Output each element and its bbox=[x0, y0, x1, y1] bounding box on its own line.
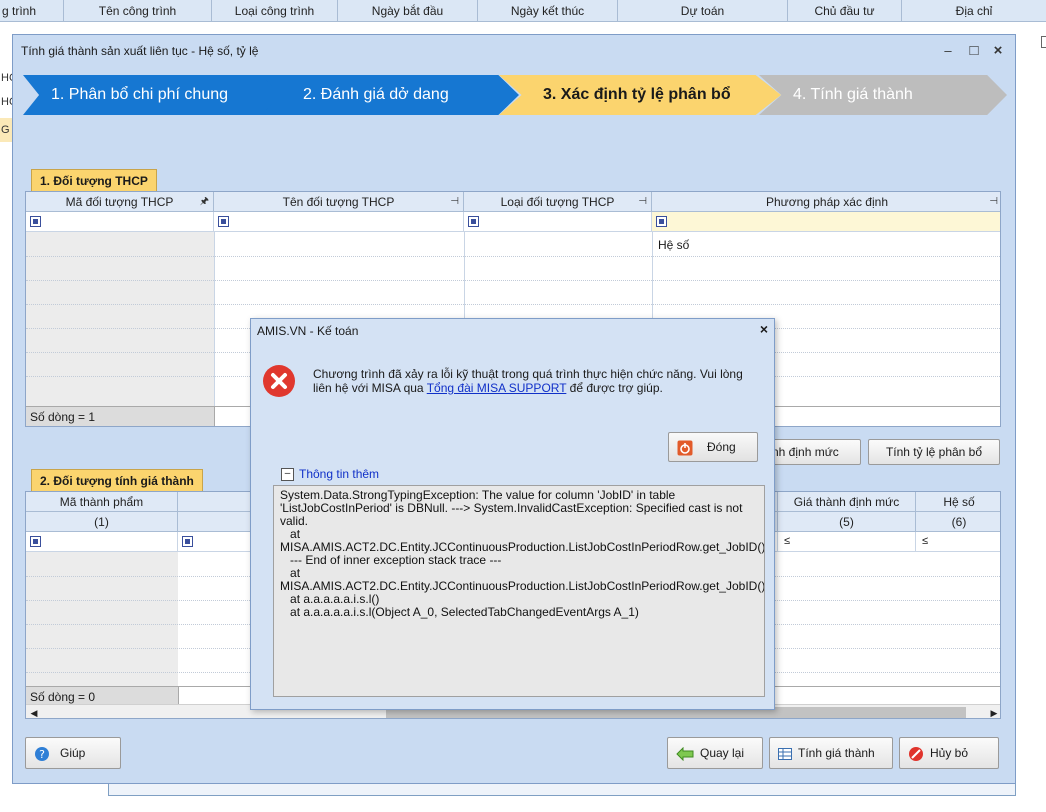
error-icon bbox=[263, 365, 295, 397]
bg-col-code[interactable]: g trình bbox=[0, 0, 64, 22]
tab-cost-objects[interactable]: 1. Đối tượng THCP bbox=[31, 169, 157, 191]
dialog-title: AMIS.VN - Kế toán bbox=[257, 324, 359, 338]
bg-col-start[interactable]: Ngày bắt đầu bbox=[338, 0, 478, 22]
row-divider bbox=[26, 280, 1000, 281]
col-method[interactable]: Phương pháp xác định ⊣ bbox=[652, 192, 1000, 212]
background-grid-header: g trình Tên công trình Loại công trình N… bbox=[0, 0, 1046, 22]
bg-col-name[interactable]: Tên công trình bbox=[64, 0, 212, 22]
pin-icon[interactable]: ⊣ bbox=[638, 192, 647, 212]
filter-norm-cost[interactable]: ≤ bbox=[778, 532, 916, 552]
grid-empty-area bbox=[26, 232, 214, 408]
collapse-details-toggle[interactable]: – bbox=[281, 468, 294, 481]
scroll-right-icon[interactable]: ▶ bbox=[986, 705, 1000, 718]
power-icon bbox=[677, 440, 693, 456]
filter-icon bbox=[30, 536, 41, 547]
step-compute-cost[interactable]: 4. Tính giá thành bbox=[759, 75, 1007, 115]
bg-col-investor[interactable]: Chủ đầu tư bbox=[788, 0, 902, 22]
bg-col-type[interactable]: Loại công trình bbox=[212, 0, 338, 22]
calc-cost-label: Tính giá thành bbox=[798, 746, 875, 760]
scroll-left-icon[interactable]: ◀ bbox=[26, 705, 42, 718]
col-number: (5) bbox=[778, 512, 916, 532]
col-number: (1) bbox=[26, 512, 178, 532]
step-allocation-ratio[interactable]: 3. Xác định tỷ lệ phân bổ bbox=[499, 75, 781, 115]
help-button[interactable]: ? Giúp bbox=[25, 737, 121, 769]
row-count: Số dòng = 1 bbox=[26, 406, 214, 426]
filter-icon bbox=[182, 536, 193, 547]
tab-costing-objects[interactable]: 2. Đối tượng tính giá thành bbox=[31, 469, 203, 491]
filter-product-code[interactable] bbox=[26, 532, 178, 552]
pin-icon[interactable]: ⊣ bbox=[450, 192, 459, 212]
step-allocate-overhead[interactable]: 1. Phân bổ chi phí chung bbox=[23, 75, 291, 115]
filter-icon bbox=[468, 216, 479, 227]
svg-text:?: ? bbox=[39, 748, 45, 761]
maximize-button[interactable]: □ bbox=[963, 41, 985, 61]
filter-coefficient[interactable]: ≤ bbox=[916, 532, 1000, 552]
col-coefficient[interactable]: Hệ số bbox=[916, 492, 1000, 512]
message-text-end: để được trợ giúp. bbox=[566, 381, 663, 395]
more-info-label[interactable]: Thông tin thêm bbox=[299, 467, 379, 481]
cancel-button[interactable]: Hủy bỏ bbox=[899, 737, 999, 769]
calc-norm-cost-button[interactable]: nh định mức bbox=[761, 439, 861, 465]
row-divider bbox=[26, 304, 1000, 305]
help-icon: ? bbox=[35, 746, 49, 761]
row-divider bbox=[26, 256, 1000, 257]
filter-icon bbox=[218, 216, 229, 227]
bg-col-budget[interactable]: Dự toán bbox=[618, 0, 788, 22]
stack-trace[interactable]: System.Data.StrongTypingException: The v… bbox=[273, 485, 765, 697]
calc-cost-button[interactable]: Tính giá thành bbox=[769, 737, 893, 769]
filter-cost-object-type[interactable] bbox=[464, 212, 652, 232]
row-count: Số dòng = 0 bbox=[26, 686, 178, 706]
col-norm-cost[interactable]: Giá thành định mức bbox=[778, 492, 916, 512]
filter-icon bbox=[656, 216, 667, 227]
col-cost-object-name[interactable]: Tên đối tượng THCP ⊣ bbox=[214, 192, 464, 212]
dialog-close-icon[interactable]: × bbox=[760, 321, 768, 337]
back-button[interactable]: Quay lại bbox=[667, 737, 763, 769]
less-equal-icon: ≤ bbox=[922, 535, 929, 547]
table-icon bbox=[778, 747, 792, 760]
step-evaluate-wip[interactable]: 2. Đánh giá dở dang bbox=[261, 75, 519, 115]
col-label: Phương pháp xác định bbox=[766, 195, 888, 209]
support-link[interactable]: Tổng đài MISA SUPPORT bbox=[427, 381, 567, 395]
cancel-label: Hủy bỏ bbox=[930, 746, 969, 760]
window-title: Tính giá thành sản xuất liên tục - Hệ số… bbox=[21, 44, 259, 58]
wizard-steps: 1. Phân bổ chi phí chung 2. Đánh giá dở … bbox=[23, 75, 1007, 115]
bg-col-end[interactable]: Ngày kết thúc bbox=[478, 0, 618, 22]
help-label: Giúp bbox=[60, 746, 86, 760]
col-cost-object-code[interactable]: Mã đối tượng THCP 🖈 bbox=[26, 192, 214, 212]
bg-checkbox[interactable] bbox=[1041, 36, 1046, 48]
col-label: Loại đối tượng THCP bbox=[500, 195, 615, 209]
error-message: Chương trình đã xảy ra lỗi kỹ thuật tron… bbox=[313, 367, 753, 395]
error-dialog: AMIS.VN - Kế toán × Chương trình đã xảy … bbox=[250, 318, 775, 710]
filter-method[interactable] bbox=[652, 212, 1000, 232]
back-label: Quay lại bbox=[700, 746, 745, 760]
pin-icon[interactable]: 🖈 bbox=[200, 192, 209, 212]
cancel-icon bbox=[909, 746, 923, 761]
pin-icon[interactable]: ⊣ bbox=[989, 192, 998, 212]
col-cost-object-type[interactable]: Loại đối tượng THCP ⊣ bbox=[464, 192, 652, 212]
column-divider bbox=[214, 232, 215, 408]
calc-ratio-button[interactable]: Tính tỷ lệ phân bổ bbox=[868, 439, 1000, 465]
minimize-button[interactable]: – bbox=[937, 41, 959, 61]
bg-col-address[interactable]: Địa chỉ bbox=[902, 0, 1046, 22]
method-cell[interactable]: Hệ số bbox=[652, 234, 1000, 256]
close-label: Đóng bbox=[707, 440, 736, 454]
window-titlebar: Tính giá thành sản xuất liên tục - Hệ số… bbox=[13, 35, 1015, 69]
filter-cost-object-name[interactable] bbox=[214, 212, 464, 232]
bg-right-strip bbox=[1016, 22, 1046, 162]
arrow-left-icon bbox=[676, 746, 694, 761]
filter-icon bbox=[30, 216, 41, 227]
less-equal-icon: ≤ bbox=[784, 535, 791, 547]
dialog-close-button[interactable]: Đóng bbox=[668, 432, 758, 462]
col-label: Tên đối tượng THCP bbox=[282, 195, 395, 209]
col-number: (6) bbox=[916, 512, 1000, 532]
col-label: Mã đối tượng THCP bbox=[65, 195, 174, 209]
close-window-button[interactable]: × bbox=[987, 41, 1009, 61]
col-product-code[interactable]: Mã thành phẩm bbox=[26, 492, 178, 512]
filter-cost-object-code[interactable] bbox=[26, 212, 214, 232]
